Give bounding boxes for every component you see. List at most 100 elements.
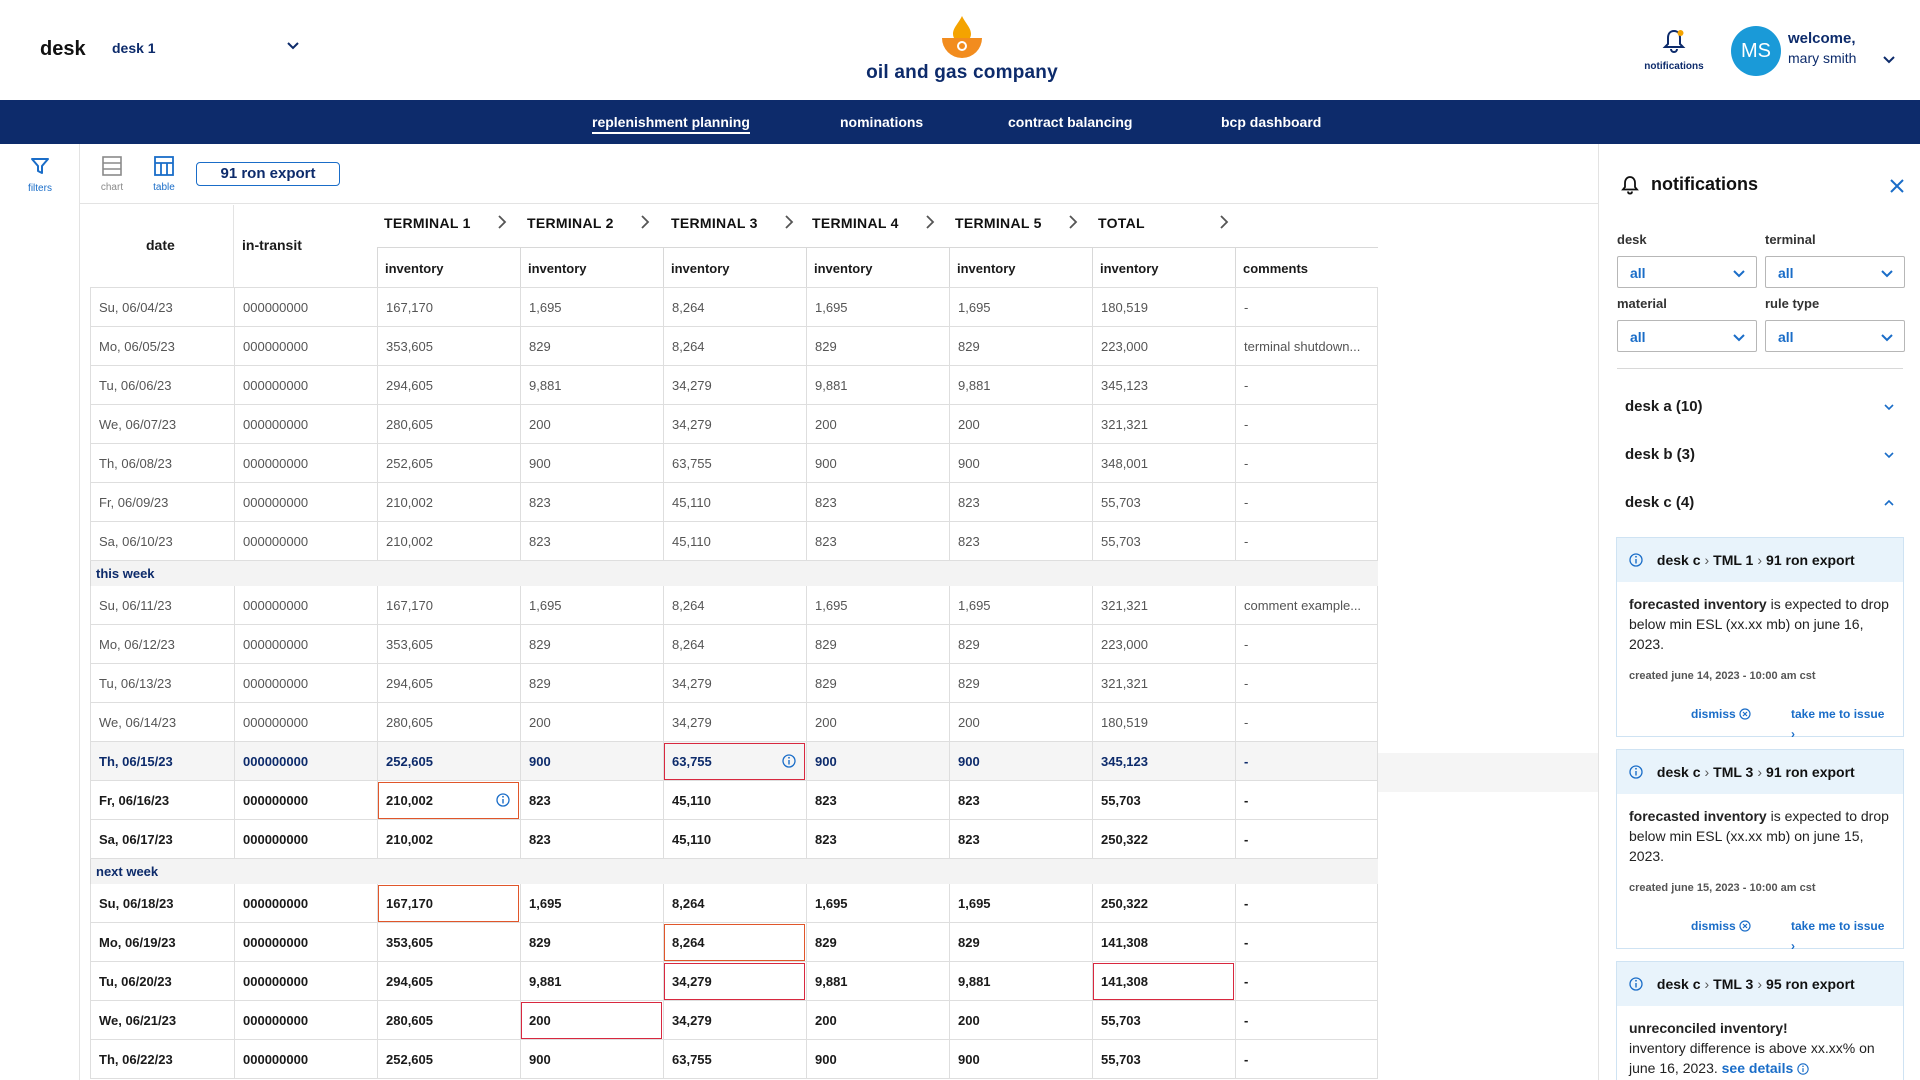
terminal-1-cell[interactable]: 280,605	[377, 1001, 520, 1040]
terminal-2-cell[interactable]: 9,881	[520, 366, 663, 405]
table-row[interactable]: Mo, 06/19/23 000000000 353,605 829 8,264 829 8…	[90, 923, 1378, 962]
terminal-3-cell[interactable]: 34,279	[663, 703, 806, 742]
total-cell[interactable]: 180,519	[1092, 288, 1235, 327]
terminal-3-cell[interactable]: 45,110	[663, 522, 806, 561]
see-details-link[interactable]: see details	[1722, 1060, 1810, 1076]
chevron-right-icon[interactable]	[1067, 213, 1079, 234]
table-view-button[interactable]: table	[146, 156, 182, 193]
terminal-4-cell[interactable]: 1,695	[806, 288, 949, 327]
table-row[interactable]: We, 06/07/23 000000000 280,605 200 34,279 200…	[90, 405, 1378, 444]
table-row[interactable]: Th, 06/15/23 000000000 252,605 900 63,755 900…	[90, 742, 1378, 781]
total-cell[interactable]: 55,703	[1092, 522, 1235, 561]
material-filter-select[interactable]: all	[1617, 320, 1757, 352]
table-row[interactable]: Sa, 06/17/23 000000000 210,002 823 45,110 823…	[90, 820, 1378, 859]
accordion-desk-a[interactable]: desk a (10)	[1625, 398, 1895, 428]
terminal-1-cell[interactable]: 252,605	[377, 742, 520, 781]
terminal-5-cell[interactable]: 829	[949, 923, 1092, 962]
terminal-4-cell[interactable]: 829	[806, 327, 949, 366]
total-cell[interactable]: 180,519	[1092, 703, 1235, 742]
terminal-1-cell[interactable]: 210,002	[377, 483, 520, 522]
comment-cell[interactable]: -	[1235, 923, 1378, 962]
total-cell[interactable]: 250,322	[1092, 820, 1235, 859]
accordion-desk-c[interactable]: desk c (4)	[1625, 494, 1895, 524]
terminal-2-cell[interactable]: 1,695	[520, 884, 663, 923]
chevron-right-icon[interactable]	[783, 213, 795, 234]
total-cell[interactable]: 223,000	[1092, 327, 1235, 366]
comment-cell[interactable]: -	[1235, 1001, 1378, 1040]
table-row[interactable]: Sa, 06/10/23 000000000 210,002 823 45,110 823…	[90, 522, 1378, 561]
close-icon[interactable]	[1889, 178, 1905, 199]
terminal-2-cell[interactable]: 829	[520, 327, 663, 366]
total-cell[interactable]: 345,123	[1092, 742, 1235, 781]
terminal-3-cell[interactable]: 34,279	[663, 962, 806, 1001]
table-row[interactable]: Su, 06/18/23 000000000 167,170 1,695 8,264 1,…	[90, 884, 1378, 923]
terminal-4-cell[interactable]: 900	[806, 1040, 949, 1079]
terminal-1-cell[interactable]: 353,605	[377, 923, 520, 962]
table-row[interactable]: Tu, 06/13/23 000000000 294,605 829 34,279 829…	[90, 664, 1378, 703]
nav-bcp-dashboard[interactable]: bcp dashboard	[1221, 114, 1321, 130]
terminal-1-cell[interactable]: 280,605	[377, 703, 520, 742]
terminal-1-cell[interactable]: 294,605	[377, 664, 520, 703]
terminal-5-cell[interactable]: 823	[949, 483, 1092, 522]
terminal-5-cell[interactable]: 200	[949, 1001, 1092, 1040]
terminal-1-cell[interactable]: 167,170	[377, 586, 520, 625]
info-icon[interactable]	[496, 793, 510, 810]
user-menu[interactable]: welcome, mary smith	[1788, 30, 1895, 66]
comment-cell[interactable]: -	[1235, 483, 1378, 522]
chevron-right-icon[interactable]	[1218, 213, 1230, 234]
total-cell[interactable]: 55,703	[1092, 1001, 1235, 1040]
terminal-2-cell[interactable]: 900	[520, 742, 663, 781]
terminal-4-cell[interactable]: 200	[806, 405, 949, 444]
comment-cell[interactable]: -	[1235, 522, 1378, 561]
terminal-2-cell[interactable]: 1,695	[520, 586, 663, 625]
terminal-4-cell[interactable]: 9,881	[806, 962, 949, 1001]
total-cell[interactable]: 321,321	[1092, 664, 1235, 703]
terminal-1-cell[interactable]: 294,605	[377, 366, 520, 405]
terminal-3-cell[interactable]: 8,264	[663, 884, 806, 923]
terminal-3-cell[interactable]: 63,755	[663, 444, 806, 483]
total-cell[interactable]: 345,123	[1092, 366, 1235, 405]
avatar[interactable]: MS	[1731, 26, 1781, 76]
terminal-1-cell[interactable]: 353,605	[377, 327, 520, 366]
take-me-to-issue-link[interactable]: take me to issue ›	[1791, 704, 1891, 744]
terminal-2-cell[interactable]: 823	[520, 820, 663, 859]
table-row[interactable]: Th, 06/22/23 000000000 252,605 900 63,755 900…	[90, 1040, 1378, 1079]
terminal-2-cell[interactable]: 200	[520, 405, 663, 444]
terminal-5-cell[interactable]: 823	[949, 820, 1092, 859]
terminal-3-cell[interactable]: 34,279	[663, 405, 806, 444]
comment-cell[interactable]: -	[1235, 366, 1378, 405]
terminal-1-cell[interactable]: 280,605	[377, 405, 520, 444]
table-row[interactable]: Mo, 06/05/23 000000000 353,605 829 8,264 829 8…	[90, 327, 1378, 366]
terminal-3-cell[interactable]: 45,110	[663, 781, 806, 820]
table-row[interactable]: We, 06/14/23 000000000 280,605 200 34,279 200…	[90, 703, 1378, 742]
terminal-4-cell[interactable]: 829	[806, 923, 949, 962]
terminal-3-cell[interactable]: 34,279	[663, 1001, 806, 1040]
chevron-right-icon[interactable]	[639, 213, 651, 234]
comment-cell[interactable]: comment example...	[1235, 586, 1378, 625]
total-cell[interactable]: 250,322	[1092, 884, 1235, 923]
terminal-5-cell[interactable]: 9,881	[949, 366, 1092, 405]
take-me-to-issue-link[interactable]: take me to issue ›	[1791, 916, 1891, 956]
dismiss-button[interactable]: dismiss	[1691, 704, 1751, 724]
comment-cell[interactable]: -	[1235, 405, 1378, 444]
terminal-3-cell[interactable]: 8,264	[663, 288, 806, 327]
terminal-5-cell[interactable]: 823	[949, 522, 1092, 561]
total-cell[interactable]: 321,321	[1092, 405, 1235, 444]
comment-cell[interactable]: -	[1235, 444, 1378, 483]
terminal-3-cell[interactable]: 8,264	[663, 923, 806, 962]
terminal-3-cell[interactable]: 45,110	[663, 483, 806, 522]
terminal-4-cell[interactable]: 200	[806, 703, 949, 742]
nav-replenishment-planning[interactable]: replenishment planning	[592, 114, 750, 134]
total-cell[interactable]: 321,321	[1092, 586, 1235, 625]
comment-cell[interactable]: -	[1235, 820, 1378, 859]
total-cell[interactable]: 141,308	[1092, 923, 1235, 962]
terminal-4-cell[interactable]: 823	[806, 820, 949, 859]
terminal-4-cell[interactable]: 9,881	[806, 366, 949, 405]
total-cell[interactable]: 55,703	[1092, 1040, 1235, 1079]
terminal-5-cell[interactable]: 1,695	[949, 884, 1092, 923]
terminal-1-cell[interactable]: 353,605	[377, 625, 520, 664]
comment-cell[interactable]: terminal shutdown...	[1235, 327, 1378, 366]
total-cell[interactable]: 55,703	[1092, 781, 1235, 820]
terminal-2-cell[interactable]: 823	[520, 781, 663, 820]
terminal-3-cell[interactable]: 63,755	[663, 742, 806, 781]
